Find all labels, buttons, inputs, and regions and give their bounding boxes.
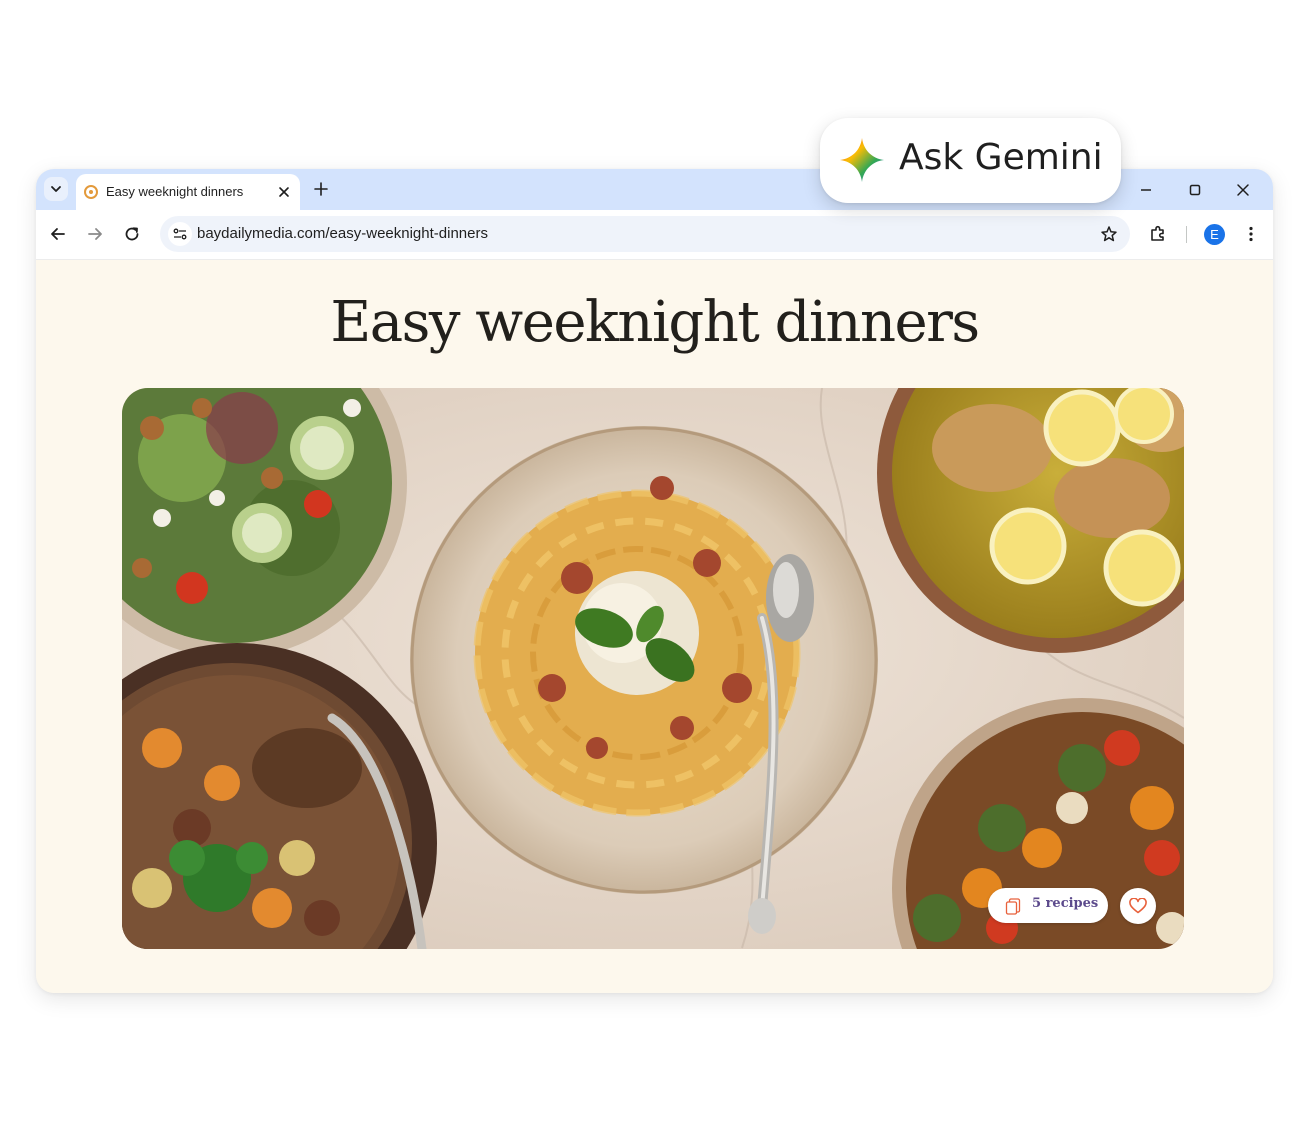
- tab-search-button[interactable]: [44, 177, 68, 201]
- arrow-left-icon[interactable]: [48, 224, 68, 244]
- profile-avatar[interactable]: E: [1204, 224, 1225, 245]
- browser-window: Easy weeknight dinners baydailymedia.com…: [36, 169, 1273, 993]
- favorite-button[interactable]: [1120, 888, 1156, 924]
- chevron-down-icon: [51, 186, 61, 192]
- maximize-icon[interactable]: [1186, 181, 1204, 199]
- arrow-right-icon[interactable]: [85, 224, 105, 244]
- recipes-count-chip[interactable]: 5 recipes: [988, 888, 1108, 923]
- minimize-icon[interactable]: [1137, 181, 1155, 199]
- ask-gemini-button[interactable]: Ask Gemini: [820, 118, 1121, 203]
- recipes-count-label: 5 recipes: [1032, 896, 1099, 911]
- active-tab[interactable]: Easy weeknight dinners: [76, 174, 300, 210]
- close-icon[interactable]: [276, 184, 292, 200]
- stack-icon: [1005, 898, 1021, 915]
- browser-toolbar: baydailymedia.com/easy-weeknight-dinners…: [36, 210, 1273, 260]
- site-info-button[interactable]: [168, 222, 192, 246]
- sparkle-icon: [840, 138, 884, 182]
- star-icon[interactable]: [1100, 225, 1118, 243]
- heart-icon: [1129, 898, 1147, 914]
- plus-icon[interactable]: [312, 180, 330, 198]
- address-bar[interactable]: baydailymedia.com/easy-weeknight-dinners: [160, 216, 1130, 252]
- ask-gemini-label: Ask Gemini: [899, 137, 1103, 178]
- close-window-icon[interactable]: [1234, 181, 1252, 199]
- tune-icon: [173, 228, 187, 240]
- food-photo: [122, 388, 1184, 949]
- hero-image[interactable]: 5 recipes: [122, 388, 1184, 949]
- toolbar-divider: [1186, 226, 1187, 243]
- more-vert-icon[interactable]: [1241, 224, 1261, 244]
- tab-title: Easy weeknight dinners: [106, 184, 244, 199]
- reload-icon[interactable]: [122, 224, 142, 244]
- site-favicon-icon: [84, 185, 98, 199]
- url-text: baydailymedia.com/easy-weeknight-dinners: [197, 225, 488, 242]
- page-content: Easy weeknight dinners 5 recipes: [36, 260, 1273, 993]
- page-title: Easy weeknight dinners: [330, 290, 980, 355]
- puzzle-icon[interactable]: [1148, 224, 1168, 244]
